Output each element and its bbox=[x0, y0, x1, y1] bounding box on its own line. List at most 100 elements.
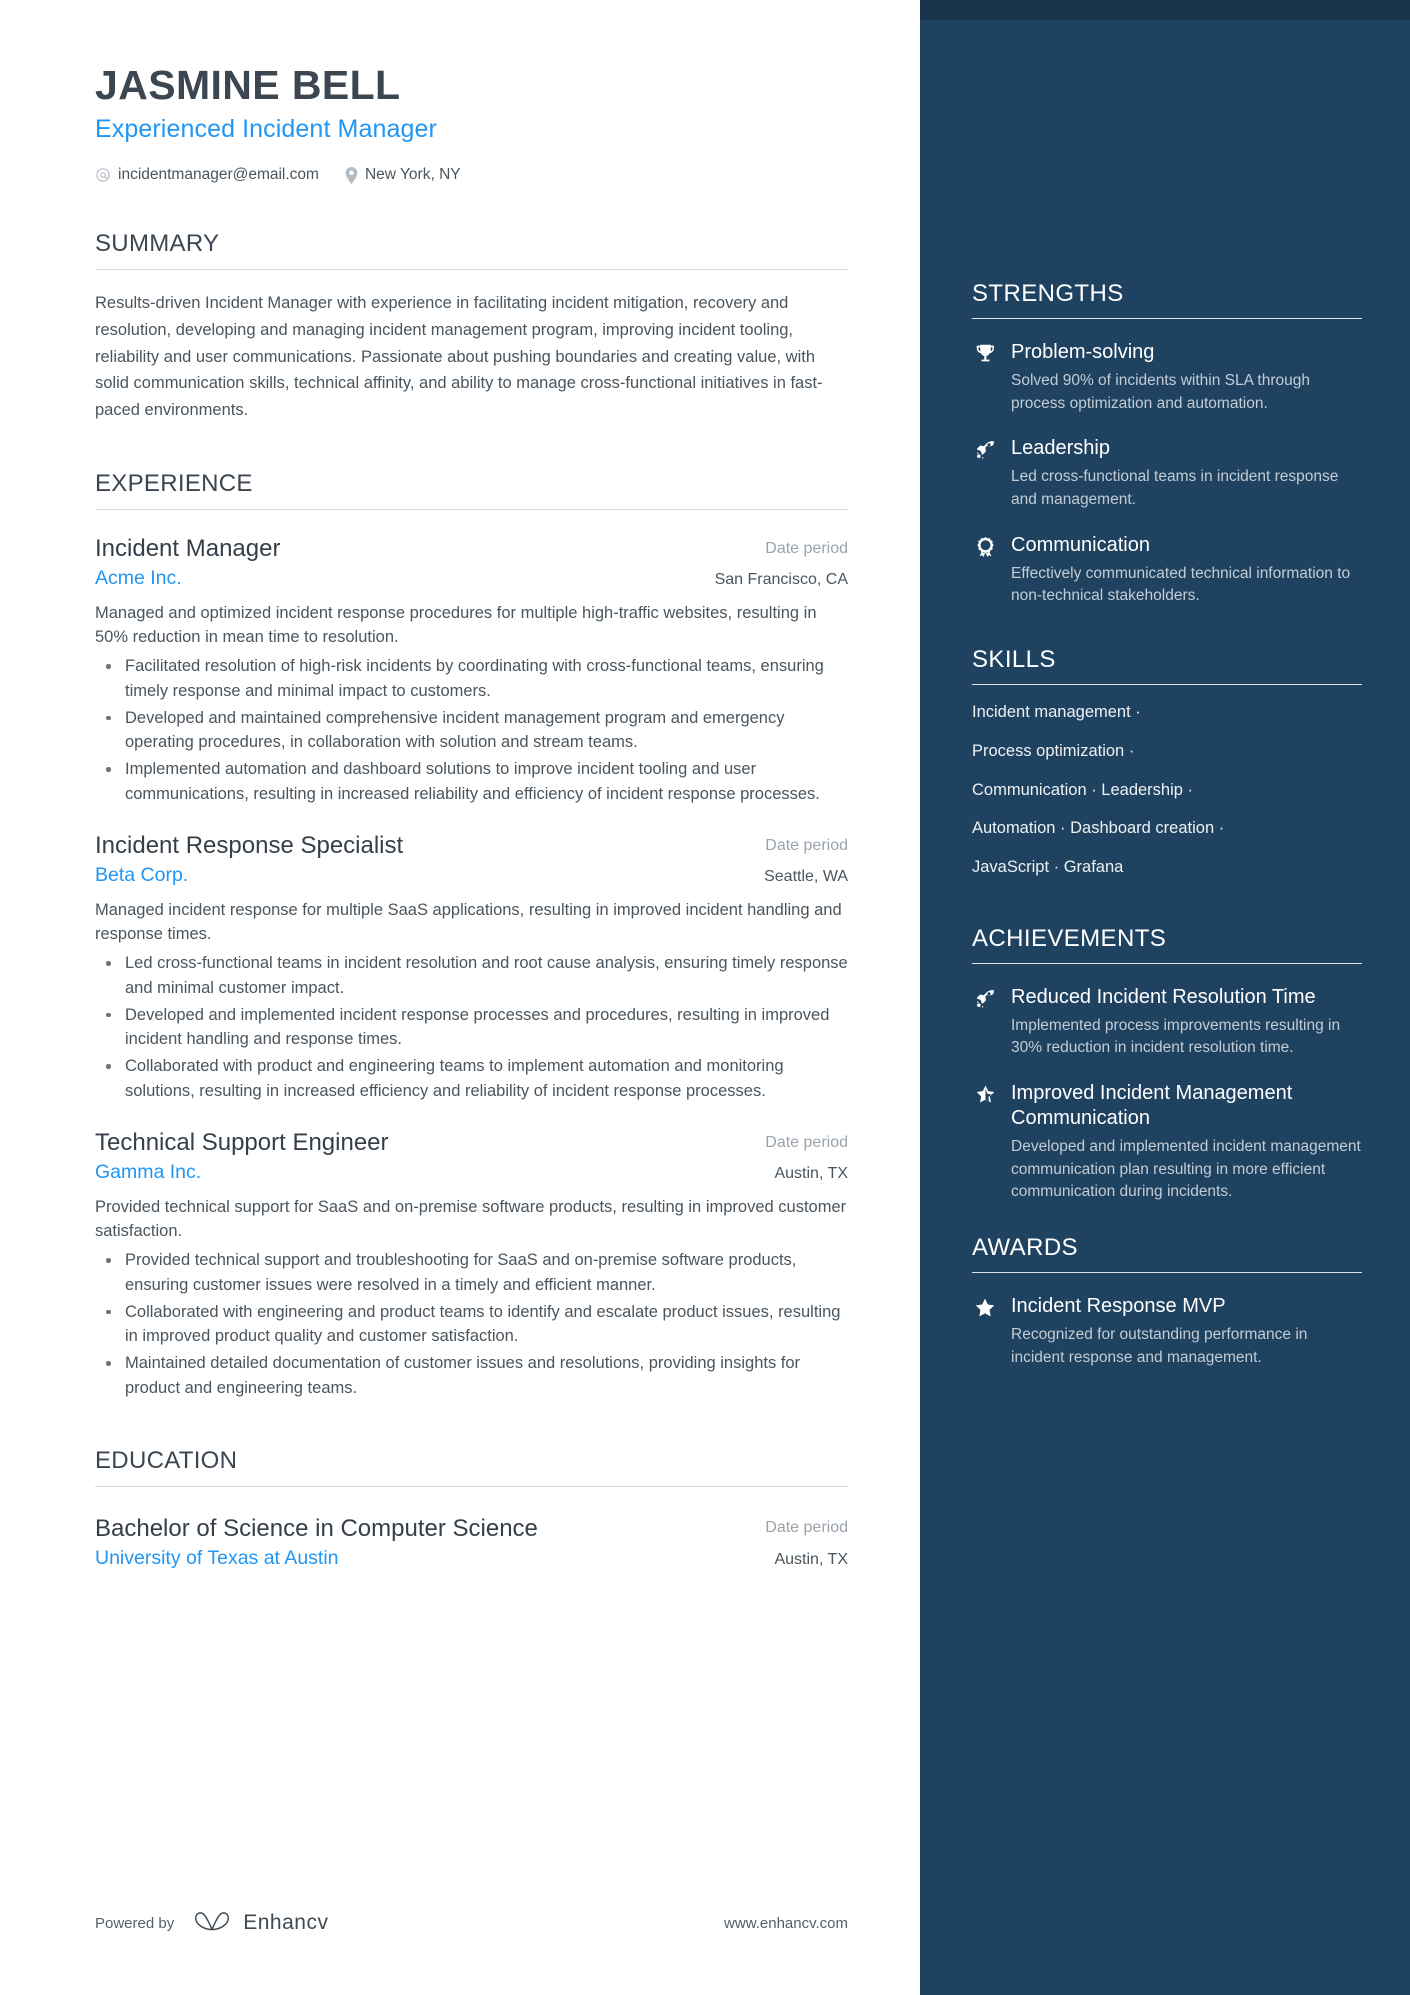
list-item: Maintained detailed documentation of cus… bbox=[95, 1351, 848, 1401]
education-heading: EDUCATION bbox=[95, 1446, 238, 1474]
enhancv-website[interactable]: www.enhancv.com bbox=[724, 1915, 848, 1932]
achievement-item: Improved Incident Management Communicati… bbox=[972, 1081, 1362, 1204]
awards-heading: AWARDS bbox=[972, 1234, 1078, 1262]
school-location: Austin, TX bbox=[774, 1550, 848, 1568]
contact-location[interactable]: New York, NY bbox=[345, 166, 461, 184]
strengths-heading: STRENGTHS bbox=[972, 280, 1124, 307]
award-item: Incident Response MVP Recognized for out… bbox=[972, 1294, 1362, 1369]
sidebar-divider bbox=[972, 318, 1362, 319]
contact-email-text: incidentmanager@email.com bbox=[118, 166, 319, 184]
experience-entry: Technical Support Engineer Date period G… bbox=[95, 1128, 848, 1401]
section-experience: EXPERIENCE Incident Manager Date period … bbox=[95, 470, 848, 1401]
strength-desc: Effectively communicated technical infor… bbox=[1011, 564, 1351, 605]
sidebar-section-awards: AWARDS Incident Response MVP Recognized … bbox=[972, 1234, 1362, 1369]
location-pin-icon bbox=[345, 166, 358, 184]
company-name[interactable]: Gamma Inc. bbox=[95, 1161, 201, 1184]
job-location: Seattle, WA bbox=[764, 867, 848, 885]
strength-item: Problem-solving Solved 90% of incidents … bbox=[972, 340, 1362, 415]
powered-by-label: Powered by bbox=[95, 1914, 175, 1932]
list-item: Facilitated resolution of high-risk inci… bbox=[95, 654, 848, 704]
award-desc: Recognized for outstanding performance i… bbox=[1011, 1326, 1308, 1366]
strength-title: Leadership bbox=[1011, 437, 1110, 460]
experience-entry: Incident Manager Date period Acme Inc. S… bbox=[95, 534, 848, 807]
contact-row: incidentmanager@email.com New York, NY bbox=[95, 166, 848, 184]
job-title: Incident Manager bbox=[95, 534, 281, 562]
list-item: Developed and maintained comprehensive i… bbox=[95, 706, 848, 756]
strength-desc: Solved 90% of incidents within SLA throu… bbox=[1011, 371, 1310, 412]
achievement-desc: Implemented process improvements resulti… bbox=[1011, 1016, 1341, 1057]
strength-title: Communication bbox=[1011, 533, 1150, 556]
enhancv-brand-name: Enhancv bbox=[243, 1911, 329, 1934]
company-name[interactable]: Acme Inc. bbox=[95, 567, 182, 590]
contact-location-text: New York, NY bbox=[364, 166, 461, 184]
enhancv-brand[interactable]: Enhancv bbox=[192, 1909, 328, 1937]
resume-page: JASMINE BELL Experienced Incident Manage… bbox=[0, 0, 1410, 1995]
strength-item: Communication Effectively communicated t… bbox=[972, 533, 1362, 608]
experience-entry: Incident Response Specialist Date period… bbox=[95, 831, 848, 1104]
job-description: Managed incident response for multiple S… bbox=[95, 900, 842, 944]
star-half-icon bbox=[972, 1081, 998, 1204]
page-title: JASMINE BELL bbox=[95, 62, 401, 108]
list-item: Collaborated with engineering and produc… bbox=[95, 1300, 848, 1350]
sidebar-divider bbox=[972, 684, 1362, 686]
degree-title: Bachelor of Science in Computer Science bbox=[95, 1514, 538, 1542]
sidebar-top-accent bbox=[920, 0, 1410, 20]
sidebar-section-skills: SKILLS Incident management · Process opt… bbox=[972, 646, 1362, 879]
enhancv-logo-icon bbox=[192, 1909, 232, 1937]
job-description: Provided technical support for SaaS and … bbox=[95, 1197, 847, 1241]
job-date: Date period bbox=[765, 1133, 848, 1151]
professional-headline: Experienced Incident Manager bbox=[95, 115, 437, 144]
achievement-item: Reduced Incident Resolution Time Impleme… bbox=[972, 985, 1362, 1060]
page-footer: Powered by Enhancv www.enhancv.com bbox=[95, 1909, 848, 1937]
achievement-desc: Developed and implemented incident manag… bbox=[1011, 1137, 1361, 1201]
job-location: Austin, TX bbox=[774, 1164, 848, 1182]
list-item: Led cross-functional teams in incident r… bbox=[95, 951, 848, 1001]
job-title: Incident Response Specialist bbox=[95, 831, 404, 859]
header-block: JASMINE BELL Experienced Incident Manage… bbox=[95, 62, 848, 184]
degree-date: Date period bbox=[765, 1518, 848, 1536]
list-item: Collaborated with product and engineerin… bbox=[95, 1054, 848, 1104]
skill-line: Process optimization · bbox=[972, 741, 1135, 760]
main-column: JASMINE BELL Experienced Incident Manage… bbox=[0, 0, 920, 1995]
section-education: EDUCATION Bachelor of Science in Compute… bbox=[95, 1447, 848, 1570]
rocket-icon bbox=[972, 436, 998, 511]
section-divider bbox=[95, 508, 848, 510]
at-icon bbox=[95, 167, 111, 183]
sidebar-divider bbox=[972, 1272, 1362, 1274]
list-item: Implemented automation and dashboard sol… bbox=[95, 757, 848, 807]
skill-line: Automation · Dashboard creation · bbox=[972, 819, 1225, 838]
strength-item: Leadership Led cross-functional teams in… bbox=[972, 436, 1362, 511]
star-icon bbox=[972, 1294, 998, 1369]
rocket-icon bbox=[972, 985, 998, 1060]
trophy-icon bbox=[972, 340, 998, 415]
list-item: Developed and implemented incident respo… bbox=[95, 1003, 848, 1053]
education-entry: Bachelor of Science in Computer Science … bbox=[95, 1513, 848, 1570]
job-bullets: Facilitated resolution of high-risk inci… bbox=[95, 654, 848, 807]
job-title: Technical Support Engineer bbox=[95, 1128, 389, 1156]
job-bullets: Led cross-functional teams in incident r… bbox=[95, 951, 848, 1104]
skill-line: Incident management · bbox=[972, 703, 1141, 722]
section-divider bbox=[95, 269, 848, 271]
school-name[interactable]: University of Texas at Austin bbox=[95, 1547, 339, 1570]
job-date: Date period bbox=[765, 539, 848, 557]
strength-desc: Led cross-functional teams in incident r… bbox=[1011, 468, 1339, 508]
achievement-title: Reduced Incident Resolution Time bbox=[1011, 985, 1316, 1008]
list-item: Provided technical support and troublesh… bbox=[95, 1248, 848, 1298]
contact-email[interactable]: incidentmanager@email.com bbox=[95, 166, 319, 184]
job-bullets: Provided technical support and troublesh… bbox=[95, 1248, 848, 1401]
summary-text: Results-driven Incident Manager with exp… bbox=[95, 294, 823, 420]
company-name[interactable]: Beta Corp. bbox=[95, 864, 188, 887]
sidebar-section-strengths: STRENGTHS Problem-solving Solved 90% of … bbox=[972, 280, 1362, 608]
achievements-heading: ACHIEVEMENTS bbox=[972, 924, 1167, 952]
achievement-title: Improved Incident Management Communicati… bbox=[1011, 1082, 1293, 1130]
award-ribbon-icon bbox=[972, 533, 998, 608]
sidebar-divider bbox=[972, 962, 1362, 964]
skills-list: Incident management · Process optimizati… bbox=[972, 701, 1362, 879]
section-summary: SUMMARY Results-driven Incident Manager … bbox=[95, 230, 848, 424]
job-location: San Francisco, CA bbox=[714, 570, 848, 588]
section-divider bbox=[95, 1485, 848, 1487]
sidebar-section-achievements: ACHIEVEMENTS Reduced Incident Resolution… bbox=[972, 925, 1362, 1204]
